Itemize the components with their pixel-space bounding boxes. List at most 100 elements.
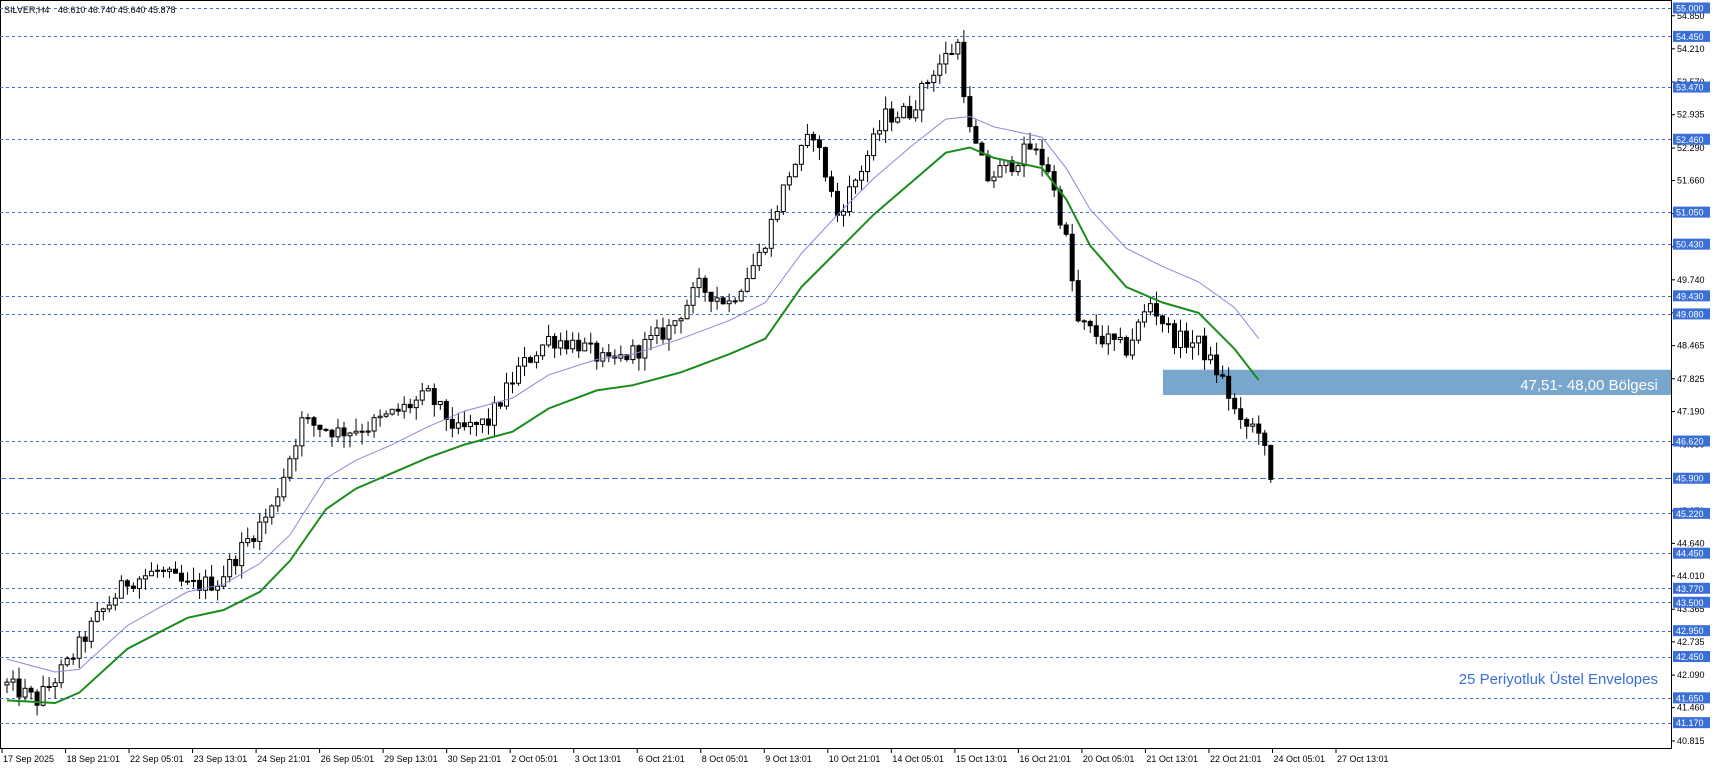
candle-body bbox=[166, 568, 172, 572]
candle-body bbox=[34, 691, 40, 706]
candle-body bbox=[389, 408, 395, 415]
candle-body bbox=[485, 418, 491, 426]
y-tick-label-12: 47.825 bbox=[1677, 374, 1705, 384]
candle-body bbox=[233, 559, 239, 567]
candle-body bbox=[534, 355, 540, 363]
candle-body bbox=[822, 147, 828, 178]
candle-body bbox=[889, 108, 895, 123]
candle-body bbox=[1147, 303, 1153, 313]
candle-body bbox=[1069, 233, 1075, 282]
price-chart: 54.85054.21053.57052.93552.29051.66051.0… bbox=[0, 0, 1710, 764]
candle-body bbox=[154, 569, 160, 572]
price-tag-label-15: 42.450 bbox=[1676, 652, 1704, 662]
candle-body bbox=[503, 382, 509, 407]
candle-body bbox=[925, 82, 931, 85]
candle-body bbox=[179, 572, 185, 582]
x-tick-label-19: 22 Oct 21:01 bbox=[1210, 754, 1262, 764]
candle-body bbox=[606, 352, 612, 357]
y-tick-label-2: 54.210 bbox=[1677, 44, 1705, 54]
header-symbol: SILVER,H4 bbox=[4, 5, 49, 15]
candle-body bbox=[1238, 408, 1244, 420]
x-tick-label-2: 22 Sep 05:01 bbox=[130, 754, 184, 764]
candle-body bbox=[919, 82, 925, 111]
candle-body bbox=[672, 320, 678, 326]
candle-body bbox=[997, 165, 1003, 178]
candle-body bbox=[738, 290, 744, 302]
candle-body bbox=[834, 190, 840, 216]
candle-body bbox=[540, 344, 546, 357]
envelope-label: 25 Periyotluk Üstel Envelopes bbox=[1459, 670, 1658, 688]
candle-body bbox=[173, 568, 179, 574]
candle-body bbox=[1099, 335, 1105, 345]
candle-body bbox=[582, 342, 588, 352]
x-tick-label-4: 24 Sep 21:01 bbox=[257, 754, 311, 764]
candle-body bbox=[654, 327, 660, 336]
y-tick-label-6: 51.660 bbox=[1677, 176, 1705, 186]
candle-body bbox=[774, 211, 780, 220]
candle-body bbox=[148, 570, 154, 577]
candle-body bbox=[576, 339, 582, 352]
x-tick-label-16: 16 Oct 21:01 bbox=[1019, 754, 1071, 764]
candle-body bbox=[660, 327, 666, 340]
candle-body bbox=[130, 585, 136, 589]
candle-body bbox=[1135, 321, 1141, 341]
candle-body bbox=[877, 130, 883, 135]
candle-body bbox=[931, 74, 937, 84]
candle-body bbox=[558, 340, 564, 349]
candle-body bbox=[1123, 336, 1129, 356]
candle-body bbox=[955, 41, 961, 55]
candle-body bbox=[431, 388, 437, 406]
candle-body bbox=[696, 277, 702, 289]
price-tag-label-3: 52.460 bbox=[1676, 135, 1704, 145]
candle-body bbox=[1208, 354, 1214, 361]
candle-body bbox=[937, 63, 943, 76]
price-tag-label-5: 50.430 bbox=[1676, 240, 1704, 250]
candle-body bbox=[859, 171, 865, 181]
candle-body bbox=[365, 430, 371, 433]
candle-body bbox=[215, 585, 221, 591]
candle-body bbox=[726, 300, 732, 305]
x-tick-label-6: 29 Sep 13:01 bbox=[384, 754, 438, 764]
x-tick-label-17: 20 Oct 05:01 bbox=[1083, 754, 1135, 764]
candle-body bbox=[1262, 432, 1268, 446]
candle-body bbox=[257, 521, 263, 542]
candle-body bbox=[1045, 164, 1051, 173]
candle-body bbox=[209, 576, 215, 591]
candle-body bbox=[4, 681, 10, 686]
candle-body bbox=[425, 388, 431, 392]
candle-body bbox=[269, 505, 275, 518]
candle-body bbox=[70, 657, 76, 660]
candle-body bbox=[786, 176, 792, 186]
candle-body bbox=[516, 365, 522, 384]
candle-body bbox=[546, 335, 552, 346]
candle-body bbox=[1232, 397, 1238, 410]
candle-body bbox=[437, 400, 443, 406]
x-tick-label-14: 14 Oct 05:01 bbox=[892, 754, 944, 764]
y-tick-label-23: 40.815 bbox=[1677, 736, 1705, 746]
candle-body bbox=[413, 399, 419, 409]
candle-body bbox=[1063, 224, 1069, 235]
y-tick-label-20: 42.735 bbox=[1677, 637, 1705, 647]
candle-body bbox=[804, 133, 810, 146]
candle-body bbox=[871, 133, 877, 157]
candle-body bbox=[106, 604, 112, 610]
candle-body bbox=[1220, 374, 1226, 377]
candle-body bbox=[383, 413, 389, 417]
candle-body bbox=[491, 402, 497, 426]
candle-body bbox=[1033, 148, 1039, 151]
candle-body bbox=[1087, 320, 1093, 327]
candle-body bbox=[798, 144, 804, 165]
candle-body bbox=[76, 636, 82, 659]
candle-body bbox=[1093, 325, 1099, 337]
x-tick-label-7: 30 Sep 21:01 bbox=[448, 754, 502, 764]
candle-body bbox=[82, 636, 88, 642]
zone-label: 47,51- 48,00 Bölgesi bbox=[1520, 377, 1658, 394]
candle-body bbox=[1105, 333, 1111, 345]
candle-body bbox=[46, 685, 52, 688]
candle-body bbox=[1250, 423, 1256, 427]
price-tag-label-16: 41.650 bbox=[1676, 693, 1704, 703]
candle-body bbox=[648, 334, 654, 340]
candle-body bbox=[94, 610, 100, 622]
candle-body bbox=[455, 422, 461, 429]
candle-body bbox=[756, 251, 762, 267]
